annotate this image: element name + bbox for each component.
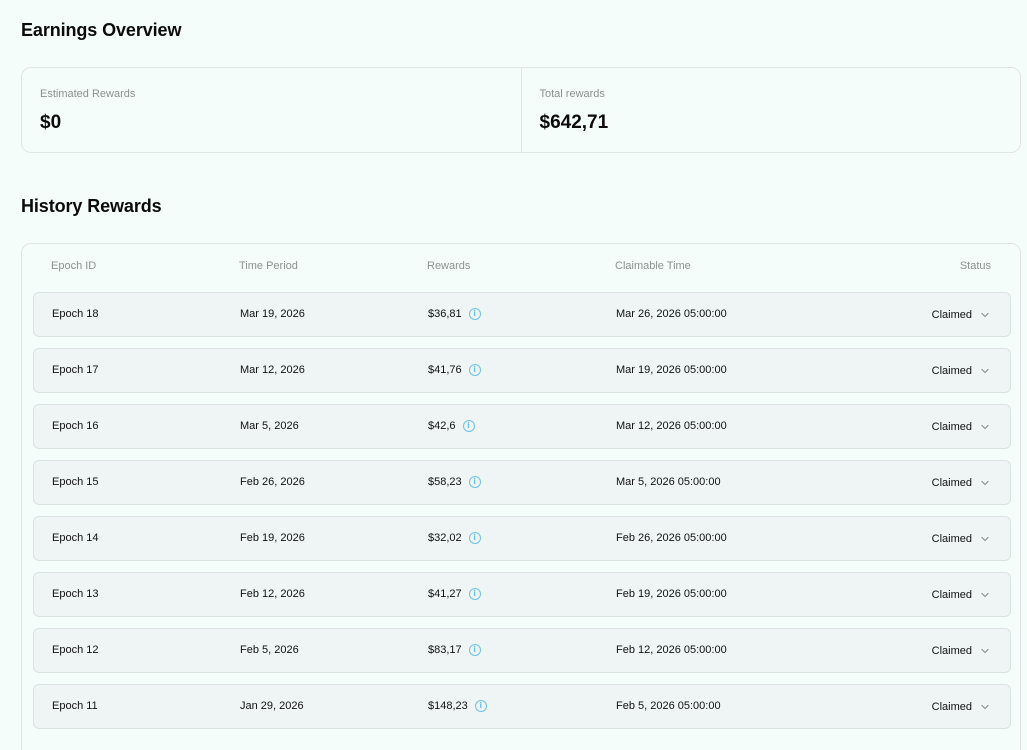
status-cell: Claimed xyxy=(932,532,992,546)
epoch-id-cell: Epoch 14 xyxy=(52,532,99,544)
time-period-cell: Feb 5, 2026 xyxy=(240,644,299,656)
reward-value: $41,27 xyxy=(428,588,462,600)
column-header-claimable: Claimable Time xyxy=(615,260,691,272)
reward-value: $42,6 xyxy=(428,420,456,432)
claimable-time-cell: Feb 12, 2026 05:00:00 xyxy=(616,644,727,656)
earnings-page: Earnings Overview Estimated Rewards $0 T… xyxy=(0,0,1027,750)
reward-value: $36,81 xyxy=(428,308,462,320)
total-rewards-cell: Total rewards $642,71 xyxy=(520,68,1021,152)
status-cell: Claimed xyxy=(932,476,992,490)
info-circle-icon[interactable]: i xyxy=(468,588,481,600)
chevron-down-icon[interactable] xyxy=(978,532,992,546)
status-badge: Claimed xyxy=(931,421,972,433)
status-badge: Claimed xyxy=(931,533,972,545)
reward-value: $58,23 xyxy=(428,476,462,488)
reward-value: $32,02 xyxy=(428,532,462,544)
epoch-id-cell: Epoch 13 xyxy=(52,588,99,600)
epoch-id-cell: Epoch 12 xyxy=(52,644,99,656)
estimated-rewards-value: $0 xyxy=(40,112,62,133)
rewards-cell: $148,23 i xyxy=(428,700,487,712)
reward-value: $83,17 xyxy=(428,644,462,656)
status-cell: Claimed xyxy=(932,364,992,378)
time-period-cell: Mar 12, 2026 xyxy=(240,364,305,376)
epoch-id-cell: Epoch 16 xyxy=(52,420,99,432)
rewards-cell: $83,17 i xyxy=(428,644,481,656)
epoch-id-cell: Epoch 17 xyxy=(52,364,99,376)
epoch-id-cell: Epoch 11 xyxy=(52,700,98,712)
total-rewards-value: $642,71 xyxy=(539,112,609,133)
status-cell: Claimed xyxy=(932,308,992,322)
rewards-cell: $41,27 i xyxy=(428,588,481,600)
estimated-rewards-cell: Estimated Rewards $0 xyxy=(22,68,521,152)
info-circle-icon[interactable]: i xyxy=(468,364,481,376)
chevron-down-icon[interactable] xyxy=(978,420,992,434)
epoch-id-cell: Epoch 15 xyxy=(52,476,99,488)
status-badge: Claimed xyxy=(931,365,972,377)
status-cell: Claimed xyxy=(932,588,992,602)
info-circle-icon[interactable]: i xyxy=(468,308,481,320)
column-header-rewards: Rewards xyxy=(427,260,471,272)
claimable-time-cell: Feb 5, 2026 05:00:00 xyxy=(616,700,721,712)
info-circle-icon[interactable]: i xyxy=(468,476,481,488)
table-row[interactable]: Epoch 14 Feb 19, 2026 $32,02 i Feb 26, 2… xyxy=(33,516,1011,561)
chevron-down-icon[interactable] xyxy=(978,700,992,714)
claimable-time-cell: Mar 26, 2026 05:00:00 xyxy=(616,308,727,320)
table-row[interactable]: Epoch 16 Mar 5, 2026 $42,6 i Mar 12, 202… xyxy=(33,404,1011,449)
status-badge: Claimed xyxy=(931,477,972,489)
status-badge: Claimed xyxy=(931,589,972,601)
table-row[interactable]: Epoch 17 Mar 12, 2026 $41,76 i Mar 19, 2… xyxy=(33,348,1011,393)
info-circle-icon[interactable]: i xyxy=(468,644,481,656)
epoch-id-cell: Epoch 18 xyxy=(52,308,99,320)
claimable-time-cell: Mar 19, 2026 05:00:00 xyxy=(616,364,727,376)
rewards-cell: $32,02 i xyxy=(428,532,481,544)
status-cell: Claimed xyxy=(932,420,992,434)
status-badge: Claimed xyxy=(931,701,972,713)
total-rewards-label: Total rewards xyxy=(539,88,605,100)
status-cell: Claimed xyxy=(932,700,992,714)
table-row[interactable]: Epoch 13 Feb 12, 2026 $41,27 i Feb 19, 2… xyxy=(33,572,1011,617)
claimable-time-cell: Mar 5, 2026 05:00:00 xyxy=(616,476,721,488)
rewards-cell: $42,6 i xyxy=(428,420,475,432)
info-circle-icon[interactable]: i xyxy=(474,700,487,712)
time-period-cell: Mar 19, 2026 xyxy=(240,308,305,320)
table-row[interactable]: Epoch 12 Feb 5, 2026 $83,17 i Feb 12, 20… xyxy=(33,628,1011,673)
table-row[interactable]: Epoch 15 Feb 26, 2026 $58,23 i Mar 5, 20… xyxy=(33,460,1011,505)
time-period-cell: Feb 12, 2026 xyxy=(240,588,305,600)
chevron-down-icon[interactable] xyxy=(978,308,992,322)
table-body: Epoch 18 Mar 19, 2026 $36,81 i Mar 26, 2… xyxy=(33,292,1011,740)
reward-value: $148,23 xyxy=(428,700,468,712)
chevron-down-icon[interactable] xyxy=(978,476,992,490)
claimable-time-cell: Feb 26, 2026 05:00:00 xyxy=(616,532,727,544)
rewards-cell: $58,23 i xyxy=(428,476,481,488)
chevron-down-icon[interactable] xyxy=(978,364,992,378)
status-badge: Claimed xyxy=(931,645,972,657)
history-rewards-title: History Rewards xyxy=(21,196,162,216)
status-badge: Claimed xyxy=(931,309,972,321)
reward-value: $41,76 xyxy=(428,364,462,376)
info-circle-icon[interactable]: i xyxy=(468,532,481,544)
estimated-rewards-label: Estimated Rewards xyxy=(40,88,136,100)
time-period-cell: Feb 26, 2026 xyxy=(240,476,305,488)
column-header-status: Status xyxy=(959,260,991,272)
table-row[interactable]: Epoch 18 Mar 19, 2026 $36,81 i Mar 26, 2… xyxy=(33,292,1011,337)
column-header-period: Time Period xyxy=(239,260,298,272)
time-period-cell: Feb 19, 2026 xyxy=(240,532,305,544)
table-row[interactable]: Epoch 11 Jan 29, 2026 $148,23 i Feb 5, 2… xyxy=(33,684,1011,729)
claimable-time-cell: Feb 19, 2026 05:00:00 xyxy=(616,588,727,600)
claimable-time-cell: Mar 12, 2026 05:00:00 xyxy=(616,420,727,432)
table-header: Epoch ID Time Period Rewards Claimable T… xyxy=(22,260,1020,274)
overview-card: Estimated Rewards $0 Total rewards $642,… xyxy=(21,67,1021,153)
earnings-overview-title: Earnings Overview xyxy=(21,20,182,40)
status-cell: Claimed xyxy=(932,644,992,658)
column-header-epoch: Epoch ID xyxy=(51,260,97,272)
rewards-cell: $41,76 i xyxy=(428,364,481,376)
info-circle-icon[interactable]: i xyxy=(462,420,475,432)
chevron-down-icon[interactable] xyxy=(978,644,992,658)
time-period-cell: Mar 5, 2026 xyxy=(240,420,299,432)
rewards-cell: $36,81 i xyxy=(428,308,481,320)
chevron-down-icon[interactable] xyxy=(978,588,992,602)
history-table: Epoch ID Time Period Rewards Claimable T… xyxy=(21,243,1021,750)
time-period-cell: Jan 29, 2026 xyxy=(240,700,304,712)
